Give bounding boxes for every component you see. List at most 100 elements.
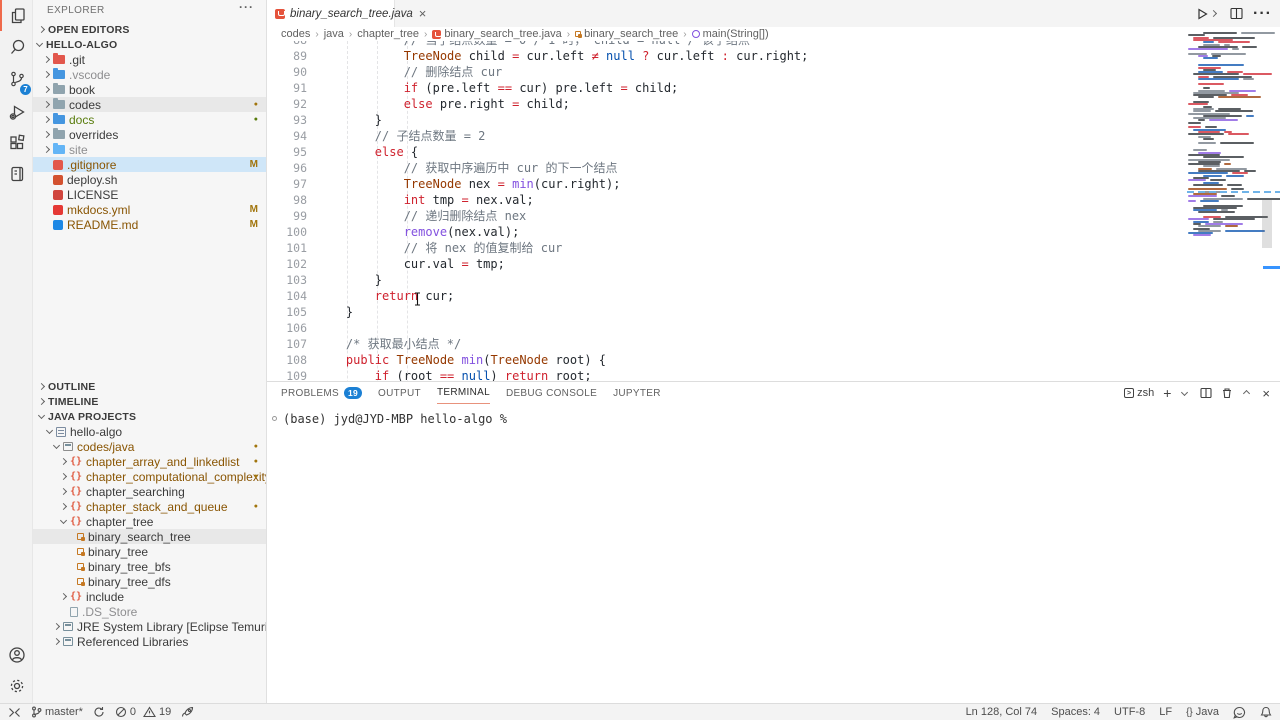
file-row-readme-md[interactable]: README.md M: [33, 217, 266, 232]
git-branch-status[interactable]: master*: [31, 704, 83, 721]
activity-account[interactable]: [0, 639, 33, 670]
section-timeline[interactable]: TIMELINE: [33, 394, 266, 409]
git-modified-badge: M: [250, 219, 258, 230]
java-tree-codes-java[interactable]: codes/java●: [33, 439, 266, 454]
remote-indicator[interactable]: [8, 704, 21, 721]
kill-terminal-icon[interactable]: [1221, 387, 1233, 399]
section-outline[interactable]: OUTLINE: [33, 379, 266, 394]
panel-tab-debug-console[interactable]: DEBUG CONSOLE: [506, 382, 597, 404]
split-terminal-icon[interactable]: [1200, 387, 1212, 399]
java-tree-binary-search-tree[interactable]: binary_search_tree: [33, 529, 266, 544]
java-tree-chapter-searching[interactable]: {}chapter_searching: [33, 484, 266, 499]
close-panel-icon[interactable]: ×: [1262, 386, 1270, 401]
code-line-101: 101 // 将 nex 的值复制给 cur: [267, 240, 1185, 256]
method-icon: [692, 30, 700, 38]
java-status-rocket[interactable]: [181, 704, 194, 721]
explorer-file-tree: .git.vscodebookcodes●docs●overridessite.…: [33, 52, 266, 232]
problems-status[interactable]: 0 19: [115, 704, 171, 721]
feedback-icon[interactable]: [1233, 704, 1246, 721]
breadcrumb-item-codes[interactable]: codes: [281, 28, 310, 40]
file-row-overrides[interactable]: overrides: [33, 127, 266, 142]
tab-binary-search-tree[interactable]: binary_search_tree.java ×: [267, 0, 395, 27]
file-label: deploy.sh: [67, 173, 117, 187]
java-tree-jre-system-library-eclipse-temurin-17-17-[interactable]: JRE System Library [Eclipse Temurin 17 […: [33, 619, 266, 634]
account-icon: [7, 645, 27, 665]
file-row--gitignore[interactable]: .gitignoreM: [33, 157, 266, 172]
cursor-position[interactable]: Ln 128, Col 74: [966, 704, 1038, 721]
activity-notebook[interactable]: [0, 158, 33, 189]
code-line-95: 95 else {: [267, 144, 1185, 160]
panel-tab-problems[interactable]: PROBLEMS19: [281, 382, 362, 404]
encoding-status[interactable]: UTF-8: [1114, 704, 1145, 721]
new-terminal-button[interactable]: +: [1163, 385, 1171, 401]
file-row-docs[interactable]: docs●: [33, 112, 266, 127]
file-row-mkdocs-yml[interactable]: mkdocs.ymlM: [33, 202, 266, 217]
java-tree-hello-algo[interactable]: hello-algo: [33, 424, 266, 439]
activity-explorer[interactable]: [0, 0, 33, 31]
file-row-site[interactable]: site: [33, 142, 266, 157]
minimap[interactable]: [1185, 27, 1280, 381]
java-tree-binary-tree[interactable]: binary_tree: [33, 544, 266, 559]
folder-icon: [53, 85, 65, 94]
section-open-editors[interactable]: OPEN EDITORS: [33, 22, 266, 37]
terminal-profile[interactable]: >zsh: [1124, 387, 1154, 399]
file-row-book[interactable]: book: [33, 82, 266, 97]
language-mode[interactable]: {}Java: [1186, 704, 1219, 721]
file-row-codes[interactable]: codes●: [33, 97, 266, 112]
java-tree-chapter-stack-and-queue[interactable]: {}chapter_stack_and_queue●: [33, 499, 266, 514]
code-line-96: 96 // 获取中序遍历中 cur 的下一个结点: [267, 160, 1185, 176]
tree-item-label: binary_tree_bfs: [88, 560, 171, 574]
breadcrumb-item-binary-search-tree[interactable]: binary_search_tree: [575, 28, 678, 40]
file-icon: [70, 607, 78, 617]
breadcrumb-item-main-string-[interactable]: main(String[]): [692, 28, 769, 40]
section-java-projects[interactable]: JAVA PROJECTS: [33, 409, 266, 424]
more-actions-icon[interactable]: ···: [1253, 5, 1272, 23]
file-label: README.md: [67, 218, 138, 232]
file-row-deploy-sh[interactable]: deploy.sh: [33, 172, 266, 187]
run-button[interactable]: [1195, 7, 1220, 21]
code-line-97: 97 TreeNode nex = min(cur.right);: [267, 176, 1185, 192]
activity-settings[interactable]: [0, 670, 33, 701]
activity-run-debug[interactable]: [0, 96, 33, 127]
warning-count: 19: [159, 706, 171, 718]
activity-source-control[interactable]: 7: [0, 62, 33, 96]
java-tree-chapter-tree[interactable]: {}chapter_tree: [33, 514, 266, 529]
java-tree-referenced-libraries[interactable]: Referenced Libraries: [33, 634, 266, 649]
maximize-panel-icon[interactable]: [1242, 391, 1253, 396]
panel-tab-output[interactable]: OUTPUT: [378, 382, 421, 404]
sidebar-more-actions[interactable]: ···: [239, 0, 254, 14]
terminal-prompt[interactable]: (base) jyd@JYD-MBP hello-algo %: [283, 412, 507, 426]
breadcrumb-item-chapter-tree[interactable]: chapter_tree: [357, 28, 419, 40]
tree-item-label: chapter_computational_complexity: [86, 470, 267, 484]
section-root-folder[interactable]: HELLO-ALGO: [33, 37, 266, 52]
java-tree-binary-tree-bfs[interactable]: binary_tree_bfs: [33, 559, 266, 574]
panel-tab-terminal[interactable]: TERMINAL: [437, 382, 490, 404]
terminal-dropdown-icon[interactable]: [1180, 392, 1191, 395]
file-row--git[interactable]: .git: [33, 52, 266, 67]
problems-badge: 19: [344, 387, 362, 399]
java-tree-binary-tree-dfs[interactable]: binary_tree_dfs: [33, 574, 266, 589]
file-label: LICENSE: [67, 188, 118, 202]
file-row-license[interactable]: LICENSE: [33, 187, 266, 202]
java-tree--ds-store[interactable]: .DS_Store: [33, 604, 266, 619]
git-added-dot: ●: [254, 116, 258, 123]
java-tree-chapter-array-and-linkedlist[interactable]: {}chapter_array_and_linkedlist●: [33, 454, 266, 469]
chevron-icon: [60, 458, 67, 465]
activity-extensions[interactable]: [0, 127, 33, 158]
class-icon: [77, 578, 84, 585]
minimap-slider[interactable]: [1262, 200, 1272, 248]
breadcrumb-item-java[interactable]: java: [324, 28, 344, 40]
notifications-bell-icon[interactable]: [1260, 704, 1272, 721]
breadcrumb-item-binary-search-tree-java[interactable]: binary_search_tree.java: [432, 28, 561, 40]
panel-tab-jupyter[interactable]: JUPYTER: [613, 382, 661, 404]
split-editor-icon[interactable]: [1230, 7, 1243, 20]
java-tree-include[interactable]: {}include: [33, 589, 266, 604]
java-tree-chapter-computational-complexity[interactable]: {}chapter_computational_complexity●: [33, 469, 266, 484]
sync-button[interactable]: [93, 704, 105, 721]
sidebar-title: EXPLORER: [33, 0, 266, 22]
indentation-status[interactable]: Spaces: 4: [1051, 704, 1100, 721]
activity-search[interactable]: [0, 31, 33, 62]
eol-status[interactable]: LF: [1159, 704, 1172, 721]
file-row--vscode[interactable]: .vscode: [33, 67, 266, 82]
tab-close-icon[interactable]: ×: [419, 7, 427, 20]
